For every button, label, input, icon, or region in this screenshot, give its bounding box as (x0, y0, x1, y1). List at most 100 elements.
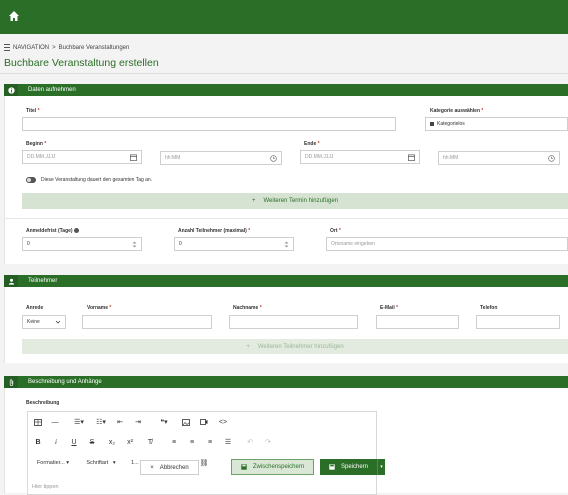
font-dropdown[interactable]: Schriftart ▾ (74, 457, 128, 469)
stepper-icon[interactable] (132, 241, 137, 248)
menu-icon[interactable] (4, 44, 10, 51)
category-color-icon (430, 122, 434, 126)
code-icon[interactable]: <> (216, 416, 230, 428)
plus-icon: + (246, 343, 250, 350)
outdent-icon[interactable]: ⇤ (114, 416, 126, 428)
teilnehmer-max-value: 0 (179, 241, 182, 247)
anmeldefrist-input[interactable]: 0 (22, 237, 142, 251)
close-icon: × (150, 464, 154, 471)
paperclip-icon (9, 378, 13, 386)
ende-time-input[interactable]: hh:MM (438, 151, 560, 165)
beschreibung-label: Beschreibung (26, 400, 60, 406)
section-divider (4, 218, 568, 219)
numbered-list-icon[interactable]: ☷▾ (92, 416, 110, 428)
subscript-icon[interactable]: x₂ (106, 436, 118, 448)
nachname-input[interactable] (229, 315, 358, 329)
ort-input[interactable]: Ortsname eingeben (326, 237, 568, 251)
quote-icon[interactable]: ❝▾ (156, 416, 172, 428)
calendar-icon[interactable] (130, 154, 137, 161)
size-label: 1... (131, 460, 139, 466)
link-icon[interactable]: ⛓ (198, 457, 210, 469)
draft-button[interactable]: Zwischenspeichern (231, 459, 314, 475)
section-data-header: Daten aufnehmen (4, 84, 568, 96)
ort-placeholder: Ortsname eingeben (331, 241, 375, 247)
breadcrumb-current[interactable]: Buchbare Veranstaltungen (59, 45, 130, 51)
ende-label: Ende * (304, 141, 320, 147)
nachname-label: Nachname * (233, 305, 262, 311)
beginn-time-placeholder: hh:MM (165, 155, 181, 161)
save-options-button[interactable]: ▾ (377, 459, 385, 475)
clear-format-icon[interactable]: T̸ (144, 436, 156, 448)
breadcrumb-nav[interactable]: NAVIGATION (13, 45, 49, 51)
save-icon (329, 464, 335, 470)
section-description-title: Beschreibung und Anhänge (28, 379, 102, 385)
size-dropdown[interactable]: 1... (130, 457, 140, 469)
align-left-icon[interactable]: ≡ (168, 436, 180, 448)
home-icon[interactable] (8, 10, 20, 22)
underline-icon[interactable]: U (68, 436, 80, 448)
align-right-icon[interactable]: ≡ (204, 436, 216, 448)
indent-icon[interactable]: ⇥ (132, 416, 144, 428)
anrede-select[interactable]: Keine (22, 315, 66, 329)
format-label: Formatier... (36, 460, 65, 466)
telefon-label: Telefon (480, 305, 498, 311)
plus-icon: + (251, 198, 256, 204)
add-teilnehmer-label: Weiteren Teilnehmer hinzufügen (257, 343, 344, 350)
ende-date-placeholder: DD.MM.JJJJ (305, 154, 334, 160)
vorname-input[interactable] (82, 315, 212, 329)
justify-icon[interactable]: ☰ (222, 436, 234, 448)
user-icon (8, 278, 14, 285)
redo-icon[interactable]: ↷ (262, 436, 274, 448)
page-title: Buchbare Veranstaltung erstellen (4, 57, 159, 69)
teilnehmer-max-input[interactable]: 0 (174, 237, 294, 251)
ort-label: Ort * (330, 228, 341, 234)
ganztag-toggle[interactable] (26, 177, 36, 183)
horizontal-rule-icon[interactable]: — (49, 416, 61, 428)
teilnehmer-max-label: Anzahl Teilnehmer (maximal) * (178, 228, 251, 234)
draft-label: Zwischenspeichern (252, 464, 305, 470)
undo-icon[interactable]: ↶ (244, 436, 256, 448)
save-label: Speichern (340, 464, 369, 470)
font-label: Schriftart (86, 460, 109, 466)
anrede-label: Anrede (26, 305, 44, 311)
image-icon[interactable] (180, 416, 192, 428)
cancel-label: Abbrechen (159, 464, 189, 471)
title-divider (0, 73, 568, 74)
table-icon[interactable] (32, 416, 44, 428)
telefon-input[interactable] (476, 315, 560, 329)
breadcrumb: NAVIGATION > Buchbare Veranstaltungen (4, 44, 129, 51)
stepper-icon[interactable] (284, 241, 289, 248)
email-input[interactable] (376, 315, 459, 329)
bold-icon[interactable]: B (32, 436, 44, 448)
strikethrough-icon[interactable]: S (86, 436, 98, 448)
cancel-button[interactable]: × Abbrechen (140, 460, 199, 475)
beginn-time-input[interactable]: hh:MM (160, 151, 282, 165)
add-teilnehmer-button[interactable]: + Weiteren Teilnehmer hinzufügen (22, 339, 568, 354)
titel-label: Titel * (26, 108, 40, 114)
superscript-icon[interactable]: x² (124, 436, 136, 448)
beginn-date-placeholder: DD.MM.JJJJ (27, 154, 56, 160)
italic-icon[interactable]: i (50, 436, 62, 448)
ende-date-input[interactable]: DD.MM.JJJJ (300, 150, 420, 164)
clock-icon[interactable] (270, 155, 277, 162)
info-icon (7, 86, 15, 94)
format-dropdown[interactable]: Formatier... ▾ (32, 457, 74, 469)
align-center-icon[interactable]: ≡ (186, 436, 198, 448)
calendar-icon[interactable] (408, 154, 415, 161)
titel-input[interactable] (22, 117, 396, 131)
clock-icon[interactable] (548, 155, 555, 162)
top-bar (0, 0, 568, 34)
kategorie-select[interactable]: Kategorielos (425, 117, 568, 131)
add-termin-button[interactable]: + Weiteren Termin hinzufügen (22, 193, 568, 209)
breadcrumb-separator: > (52, 44, 56, 51)
section-participants-title: Teilnehmer (28, 278, 58, 284)
kategorie-label: Kategorie auswählen * (430, 108, 484, 114)
help-icon[interactable] (73, 228, 79, 234)
save-button[interactable]: Speichern (320, 459, 377, 475)
video-icon[interactable] (198, 416, 210, 428)
bullet-list-icon[interactable]: ☰▾ (70, 416, 88, 428)
anmeldefrist-label: Anmeldefrist (Tage) (26, 228, 79, 234)
beginn-date-input[interactable]: DD.MM.JJJJ (22, 150, 142, 164)
rich-text-editor[interactable]: — ☰▾ ☷▾ ⇤ ⇥ ❝▾ <> B i U S x₂ x² T̸ ≡ ≡ ≡… (27, 411, 377, 495)
section-description-header: Beschreibung und Anhänge (4, 376, 568, 388)
